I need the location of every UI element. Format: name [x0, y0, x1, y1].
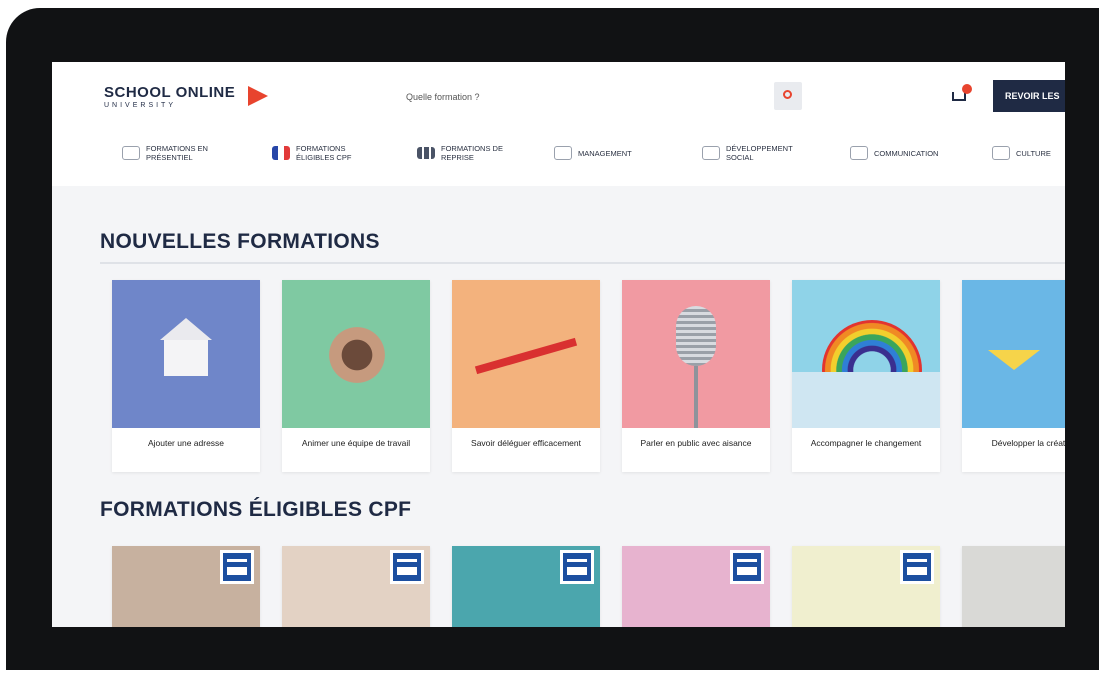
- course-image: [792, 546, 940, 627]
- course-title: Ajouter une adresse: [147, 438, 225, 448]
- hands-illustration: [316, 326, 398, 384]
- category-label: DÉVELOPPEMENT SOCIAL: [726, 144, 793, 162]
- category-label: COMMUNICATION: [874, 148, 939, 158]
- category-label: FORMATIONS DE REPRISE: [441, 144, 503, 162]
- cpf-badge-icon: [560, 550, 594, 584]
- grid-icon: [417, 147, 435, 159]
- cpf-badge-icon: [730, 550, 764, 584]
- search-input[interactable]: Quelle formation ?: [406, 92, 480, 102]
- course-title: Développer la créativité: [991, 438, 1065, 448]
- cpf-course-card[interactable]: [112, 546, 260, 627]
- category-item-culture[interactable]: CULTURE: [992, 136, 1051, 170]
- cpf-badge-icon: [900, 550, 934, 584]
- category-label: CULTURE: [1016, 148, 1051, 158]
- course-image: [112, 546, 260, 627]
- handshake-icon: [702, 146, 720, 160]
- cart-badge: [962, 84, 972, 94]
- category-item-communication[interactable]: COMMUNICATION: [850, 136, 938, 170]
- search-button[interactable]: [774, 82, 802, 110]
- search-icon: [783, 90, 792, 99]
- cpf-course-card[interactable]: [282, 546, 430, 627]
- course-image: [622, 546, 770, 627]
- book-icon: [992, 146, 1010, 160]
- cpf-badge-icon: [390, 550, 424, 584]
- category-item-presentiel[interactable]: FORMATIONS EN PRÉSENTIEL: [122, 136, 218, 170]
- course-title: Parler en public avec aisance: [640, 438, 752, 448]
- course-card[interactable]: Parler en public avec aisance: [622, 280, 770, 472]
- category-label: MANAGEMENT: [578, 148, 632, 158]
- house-illustration: [160, 318, 212, 376]
- course-title: Savoir déléguer efficacement: [471, 438, 581, 448]
- category-item-reprise[interactable]: FORMATIONS DE REPRISE: [417, 136, 513, 170]
- section-title-new: NOUVELLES FORMATIONS: [100, 230, 380, 253]
- category-item-management[interactable]: MANAGEMENT: [554, 136, 632, 170]
- category-label: FORMATIONS ÉLIGIBLES CPF: [296, 144, 352, 162]
- site-logo[interactable]: SCHOOL ONLINE UNIVERSITY: [104, 84, 274, 120]
- course-card[interactable]: Accompagner le changement: [792, 280, 940, 472]
- course-image: [452, 280, 600, 428]
- course-image: [452, 546, 600, 627]
- website-screen: SCHOOL ONLINE UNIVERSITY Quelle formatio…: [52, 62, 1065, 627]
- course-image: [282, 546, 430, 627]
- search-bar[interactable]: Quelle formation ?: [402, 82, 812, 112]
- chart-icon: [554, 146, 572, 160]
- cpf-course-card[interactable]: [452, 546, 600, 627]
- course-image: [962, 280, 1065, 428]
- course-card[interactable]: Savoir déléguer efficacement: [452, 280, 600, 472]
- category-item-social[interactable]: DÉVELOPPEMENT SOCIAL: [702, 136, 798, 170]
- people-icon: [122, 146, 140, 160]
- flag-icon: [272, 146, 290, 160]
- paper-boat-illustration: [988, 350, 1040, 370]
- play-icon: [248, 86, 268, 106]
- course-title: Animer une équipe de travail: [301, 438, 411, 448]
- site-header: SCHOOL ONLINE UNIVERSITY Quelle formatio…: [52, 62, 1065, 186]
- header-cta-button[interactable]: REVOIR LES: [993, 80, 1065, 112]
- baton-illustration: [474, 337, 578, 375]
- category-label: FORMATIONS EN PRÉSENTIEL: [146, 144, 208, 162]
- course-image: [112, 280, 260, 428]
- category-nav: FORMATIONS EN PRÉSENTIEL FORMATIONS ÉLIG…: [122, 136, 1065, 170]
- microphone-stand: [694, 366, 698, 428]
- cpf-course-card[interactable]: [622, 546, 770, 627]
- section-divider: [100, 262, 1065, 264]
- course-image: [282, 280, 430, 428]
- course-image: [962, 546, 1065, 627]
- section-title-cpf: FORMATIONS ÉLIGIBLES CPF: [100, 498, 412, 521]
- table-surface: [792, 372, 940, 428]
- course-image: [792, 280, 940, 428]
- cpf-badge-icon: [220, 550, 254, 584]
- chat-icon: [850, 146, 868, 160]
- cpf-course-card[interactable]: [962, 546, 1065, 627]
- microphone-illustration: [676, 306, 716, 366]
- cpf-course-card[interactable]: [792, 546, 940, 627]
- category-item-cpf[interactable]: FORMATIONS ÉLIGIBLES CPF: [272, 136, 368, 170]
- course-card[interactable]: Ajouter une adresse: [112, 280, 260, 472]
- cart-button[interactable]: [950, 84, 972, 106]
- course-image: [622, 280, 770, 428]
- course-card[interactable]: Développer la créativité: [962, 280, 1065, 472]
- course-title: Accompagner le changement: [810, 438, 922, 448]
- course-card[interactable]: Animer une équipe de travail: [282, 280, 430, 472]
